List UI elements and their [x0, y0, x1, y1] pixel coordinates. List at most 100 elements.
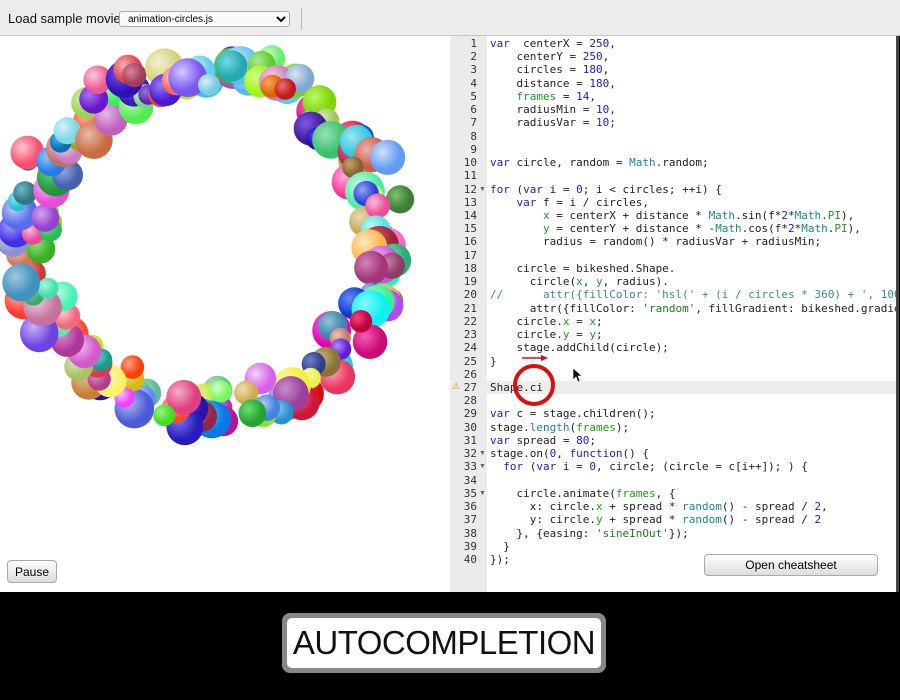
code-token: y	[595, 513, 603, 527]
line-number: 22	[463, 314, 477, 328]
animated-circle	[274, 78, 297, 100]
code-token: Math	[794, 208, 822, 222]
code-line[interactable]: // attr({fillColor: 'hsl(' + (i / circle…	[490, 288, 896, 301]
code-line[interactable]: x: circle.x + spread * random() - spread…	[490, 500, 828, 513]
caption-box: AUTOCOMPLETION	[282, 613, 606, 673]
fold-arrow-icon[interactable]: ▼	[479, 450, 486, 457]
animation-stage: Pause	[0, 36, 450, 592]
code-editor[interactable]: 1 2 3 4 5 6 7 8 9 10 11 12 ▼ 13 14 15 16 17 18 19 20 21 22 23 24…	[450, 36, 899, 592]
code-line[interactable]: for (var i = 0, circle; (circle = c[i++]…	[490, 460, 808, 473]
code-line[interactable]: for (var i = 0; i < circles; ++i) {	[490, 183, 722, 196]
code-token: x	[595, 500, 603, 514]
code-token: circle, random =	[509, 156, 630, 170]
code-token: x	[542, 208, 550, 222]
code-line[interactable]: x = centerX + distance * Math.sin(f*2*Ma…	[490, 209, 854, 222]
line-number: 7	[470, 116, 477, 130]
code-token: () - spread /	[721, 500, 815, 514]
code-token: stage.addChild(circle);	[490, 341, 669, 355]
code-token: for	[503, 460, 524, 474]
line-number: 29	[463, 407, 477, 421]
code-line[interactable]: var f = i / circles,	[490, 196, 649, 209]
code-token: radiusMin =	[490, 103, 596, 117]
code-token: 250	[582, 50, 603, 64]
code-token: distance =	[490, 76, 590, 90]
fold-arrow-icon[interactable]: ▼	[479, 463, 486, 470]
line-number: 9	[470, 142, 477, 156]
code-token: ),	[847, 222, 861, 236]
code-line[interactable]: circle.x = x;	[490, 314, 602, 328]
code-line[interactable]: }	[490, 355, 497, 368]
code-line[interactable]: stage.addChild(circle);	[490, 341, 669, 355]
code-line[interactable]: y: circle.y + spread * random() - spread…	[490, 513, 821, 526]
code-token: var	[490, 156, 510, 170]
animated-circle	[31, 203, 60, 232]
code-line[interactable]: circle = bikeshed.Shape.	[490, 262, 675, 275]
open-cheatsheet-button[interactable]: Open cheatsheet	[704, 554, 878, 576]
code-token: c = stage.children();	[509, 407, 656, 421]
line-number: 3	[470, 63, 477, 77]
line-number: 14	[463, 208, 477, 222]
code-token: random	[682, 513, 722, 527]
code-line[interactable]: radiusMin = 10,	[490, 103, 615, 117]
code-line[interactable]: centerY = 250,	[490, 50, 609, 63]
code-token: });	[668, 526, 689, 540]
code-line[interactable]: circles = 180,	[490, 63, 609, 76]
pause-button[interactable]: Pause	[7, 560, 58, 583]
code-line[interactable]: stage.on(0, function() {	[490, 447, 649, 460]
code-token: = centerX + distance *	[549, 208, 709, 222]
code-line[interactable]: var c = stage.children();	[490, 407, 656, 420]
code-token: frames	[516, 89, 557, 103]
code-line[interactable]: circle.animate(frames, {	[490, 487, 675, 500]
code-token: ,	[609, 76, 616, 90]
animated-circle	[209, 380, 232, 403]
code-line[interactable]: Shape.ci	[490, 381, 543, 394]
code-line[interactable]: var centerX = 250,	[490, 37, 616, 50]
code-line[interactable]: var circle, random = Math.random;	[490, 156, 709, 169]
line-number: 39	[463, 539, 477, 553]
code-token: (	[509, 182, 524, 196]
line-number: 12	[463, 182, 477, 196]
code-token: PI	[827, 208, 842, 222]
code-token: .cos(f*	[741, 222, 789, 236]
code-line[interactable]: stage.length(frames);	[490, 421, 629, 434]
code-line[interactable]: circle.y = y;	[490, 328, 602, 342]
code-line[interactable]: });	[490, 553, 510, 566]
code-line[interactable]: }, {easing: 'sineInOut'});	[490, 526, 689, 540]
code-token: frames	[615, 486, 656, 500]
line-number: 32	[463, 447, 477, 461]
animated-circle	[153, 404, 176, 427]
code-token: 'sineInOut'	[595, 526, 669, 540]
line-number: 37	[463, 513, 477, 527]
fold-arrow-icon[interactable]: ▼	[479, 186, 486, 193]
fold-arrow-icon[interactable]: ▼	[479, 490, 486, 497]
circle-ring	[0, 45, 415, 446]
code-line[interactable]: frames = 14,	[490, 89, 597, 103]
line-number: 28	[463, 394, 477, 408]
code-token: .random;	[655, 156, 709, 170]
code-line[interactable]: var spread = 80;	[490, 434, 596, 447]
line-number: 19	[463, 275, 477, 289]
code-token: circle.	[490, 314, 563, 328]
line-number: 25	[463, 354, 477, 368]
animated-circle	[2, 263, 40, 302]
code-line[interactable]: radius = random() * radiusVar + radiusMi…	[490, 235, 821, 248]
line-number: 21	[463, 301, 477, 315]
code-token: Shape.ci	[490, 380, 543, 394]
code-line[interactable]: distance = 180,	[490, 76, 616, 90]
code-line[interactable]: attr({fillColor: 'random', fillGradient:…	[490, 302, 896, 315]
code-token: () {	[622, 447, 649, 461]
code-line[interactable]: }	[490, 540, 510, 553]
code-token: circle.	[490, 328, 563, 342]
animated-circle	[365, 193, 390, 219]
code-token: ,	[609, 37, 616, 50]
code-line[interactable]: y = centerY + distance * -Math.cos(f*2*M…	[490, 222, 861, 235]
line-number: 38	[463, 526, 477, 540]
code-line[interactable]: radiusVar = 10;	[490, 116, 615, 129]
movie-select[interactable]: animation-circles.js	[119, 11, 290, 27]
code-token: x: circle.	[490, 500, 596, 514]
code-line[interactable]: circle(x, y, radius).	[490, 275, 669, 288]
code-token: frames	[576, 420, 616, 434]
